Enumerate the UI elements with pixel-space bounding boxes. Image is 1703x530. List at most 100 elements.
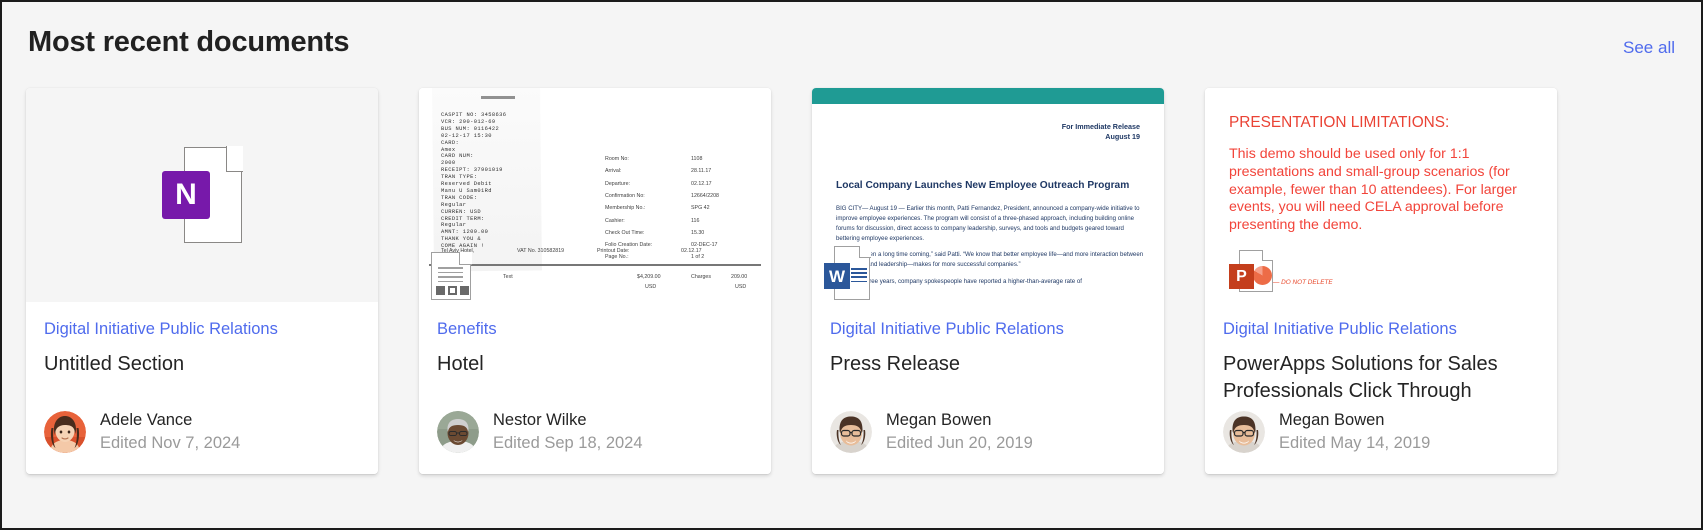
press-paragraph: In the last three years, company spokesp… [836,278,1082,286]
document-thumbnail-press-release: For Immediate Release August 19 Local Co… [812,88,1164,302]
document-thumbnail-onenote: N [26,88,378,302]
receipt-mono-line: TRAN TYPE: [441,174,478,181]
receipt-mono-line: Reserved Debit [441,181,492,187]
document-card[interactable]: CASPIT NO: 3458636 VCR: 290-012-69 BUS NUM… [419,88,771,474]
receipt-smudge [481,96,515,99]
document-author: Adele Vance [100,411,193,430]
document-meta: Megan Bowen Edited Jun 20, 2019 [886,410,1033,454]
receipt-detail-label: Check Out Time: [605,229,645,236]
document-card-footer: Megan Bowen Edited May 14, 2019 [1223,410,1539,454]
receipt-detail-label: Departure: [605,180,631,187]
document-card[interactable]: PRESENTATION LIMITATIONS: This demo shou… [1205,88,1557,474]
onenote-badge-letter: N [162,171,210,219]
document-site-link[interactable]: Digital Initiative Public Relations [44,320,360,339]
document-edited-date: Edited Sep 18, 2024 [493,433,643,452]
receipt-mono-line: AMNT: 1209.00 [441,229,489,236]
document-author: Megan Bowen [886,411,992,430]
receipt-detail-value: SPG 42 [691,205,710,212]
receipt-mono-line: CASPIT NO: 3458636 [441,112,507,118]
document-edited-date: Edited Nov 7, 2024 [100,433,241,452]
document-title: Press Release [830,353,961,375]
receipt-detail-label: Page No.: [605,254,629,261]
receipt-detail-value: 1 of 2 [691,254,705,261]
avatar [830,411,872,454]
document-card-footer: Adele Vance Edited Nov 7, 2024 [44,410,360,454]
receipt-detail-value: 1108 [691,156,703,162]
press-headline: Local Company Launches New Employee Outr… [836,180,1130,191]
recent-documents-screen: Most recent documents See all N Digital … [0,0,1703,530]
document-edited-date: Edited Jun 20, 2019 [886,433,1033,452]
receipt-mono-line: THANK YOU & [441,236,481,243]
press-paragraph: BIG CITY— August 19 — Earlier this month… [836,205,1140,242]
document-card-footer: Megan Bowen Edited Jun 20, 2019 [830,410,1146,454]
receipt-mono-line: BUS NUM: 0116422 [441,125,500,132]
receipt-mono-line: TRAN CODE: [441,194,478,201]
avatar [44,411,86,454]
receipt-mono-line: Regular [441,222,467,229]
receipt-detail-label: Room No: [605,156,629,162]
document-title: Untitled Section [44,353,185,375]
color-swatches [436,286,469,295]
file-type-icon [431,251,472,300]
receipt-mono-line: CURREN: USD [441,208,481,215]
receipt-mono-line: VCR: 290-012-69 [441,118,496,125]
receipt-mono-line: Manu U Sam01Rd [441,187,492,194]
document-title: PowerApps Solutions for Sales Profession… [1223,353,1498,402]
word-lines [851,268,867,285]
file-lines [438,267,463,285]
receipt-th-3: Charges [691,274,712,280]
receipt-th-2: $4,209.00 [637,274,661,280]
document-edited-date: Edited May 14, 2019 [1279,433,1431,452]
press-banner [812,88,1164,104]
document-card-footer: Nestor Wilke Edited Sep 18, 2024 [437,410,753,454]
receipt-th-1: Text [503,274,513,280]
scanned-receipt-preview: CASPIT NO: 3458636 VCR: 290-012-69 BUS NUM… [419,88,771,302]
section-header: Most recent documents See all [4,4,1699,88]
slide-note: — DO NOT DELETE [1273,279,1333,286]
receipt-vat: VAT No. 310582819 [517,248,565,254]
word-preview: For Immediate Release August 19 Local Co… [812,88,1164,302]
pie-glyph [1253,266,1272,285]
document-site-link[interactable]: Digital Initiative Public Relations [1223,320,1539,339]
slide-title: PRESENTATION LIMITATIONS: [1229,114,1450,131]
powerpoint-badge-letter: P [1229,264,1254,289]
slide-body: This demo should be used only for 1:1 pr… [1229,146,1517,233]
document-thumbnail-receipt: CASPIT NO: 3458636 VCR: 290-012-69 BUS NUM… [419,88,771,302]
receipt-detail-value: 02.12.17 [691,180,712,187]
document-site-link[interactable]: Digital Initiative Public Relations [830,320,1146,339]
document-thumbnail-powerpoint: PRESENTATION LIMITATIONS: This demo shou… [1205,88,1557,302]
receipt-unit-2: USD [645,284,657,290]
receipt-mono-line: Amex [441,146,456,153]
receipt-mono-line: CREDIT TERM: [441,215,485,222]
receipt-mono-line: 02-12-17 15:30 [441,132,492,139]
press-header-line-1: August 19 [1105,132,1140,142]
document-author: Nestor Wilke [493,411,587,430]
document-meta: Megan Bowen Edited May 14, 2019 [1279,410,1430,454]
receipt-detail-value: 12664/2208 [691,192,719,199]
onenote-icon: N [162,146,243,243]
press-paragraph: “This has been a long time coming,” said… [836,251,1144,269]
press-body: BIG CITY— August 19 — Earlier this month… [836,204,1146,294]
receipt-mono-line: 2000 [441,160,456,167]
page-title: Most recent documents [28,26,350,58]
avatar [1223,411,1265,454]
press-header: For Immediate Release August 19 [1062,122,1140,143]
receipt-detail-label: Confirmation No: [605,192,645,199]
receipt-detail-label: Arrival: [605,168,622,175]
word-file-icon: W [824,245,871,300]
document-card[interactable]: N Digital Initiative Public Relations Un… [26,88,378,474]
receipt-divider [429,264,761,266]
receipt-printout-value: 02.12.17 [681,248,702,254]
receipt-detail-label: Cashier: [605,217,625,224]
receipt-detail-value: 116 [691,217,700,224]
document-card[interactable]: For Immediate Release August 19 Local Co… [812,88,1164,474]
receipt-printout-label: Printout Date: [597,248,630,254]
receipt-mono-line: Regular [441,201,467,208]
powerpoint-file-icon: P [1229,249,1281,294]
document-author: Megan Bowen [1279,411,1385,430]
see-all-link[interactable]: See all [1623,38,1675,58]
receipt-detail-value: 28.11.17 [691,168,712,175]
powerpoint-preview: PRESENTATION LIMITATIONS: This demo shou… [1205,88,1557,302]
document-site-link[interactable]: Benefits [437,320,753,339]
receipt-detail-label: Membership No.: [605,205,646,212]
